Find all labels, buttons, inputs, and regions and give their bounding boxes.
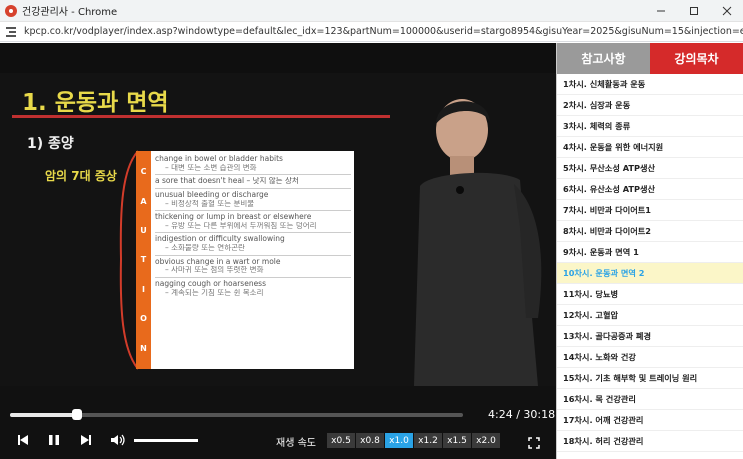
skip-forward-icon <box>81 435 91 445</box>
lecture-item[interactable]: 13차시. 골다공증과 폐경 <box>557 326 743 347</box>
lecture-item[interactable]: 1차시. 신체활동과 운동 <box>557 74 743 95</box>
skip-back-icon <box>18 435 28 445</box>
progress-fill <box>10 413 76 417</box>
fullscreen-button[interactable] <box>528 434 540 449</box>
speed-option-x0-8[interactable]: x0.8 <box>356 433 384 448</box>
symptom-english: unusual bleeding or discharge <box>155 190 269 199</box>
symptom-english: nagging cough or hoarseness <box>155 279 266 288</box>
symptom-divider <box>155 232 351 234</box>
symptom-divider <box>155 174 351 176</box>
speed-option-x2-0[interactable]: x2.0 <box>472 433 500 448</box>
slide-title: 1. 운동과 면역 <box>22 90 169 116</box>
lecture-panel: 참고사항 강의목차 1차시. 신체활동과 운동 2차시. 심장과 운동 3차시. 체… <box>556 43 743 459</box>
caution-letter: A <box>140 196 147 206</box>
caution-letter: O <box>140 314 147 324</box>
lecture-item[interactable]: 6차시. 유산소성 ATP생산 <box>557 179 743 200</box>
caution-letter: N <box>140 343 147 353</box>
symptom-korean: – 대변 또는 소변 습관의 변화 <box>165 163 257 172</box>
symptom-english: a sore that doesn't heal – 낫지 않는 상처 <box>155 177 299 186</box>
next-button[interactable] <box>80 434 92 449</box>
volume-slider[interactable] <box>134 439 198 442</box>
close-icon <box>722 6 731 16</box>
symptom-korean: – 소화불량 또는 연하곤란 <box>165 244 245 252</box>
caution-letter: T <box>140 255 147 265</box>
symptom-divider <box>155 254 351 256</box>
lecture-item[interactable]: 8차시. 비만과 다이어트2 <box>557 221 743 242</box>
minimize-icon <box>656 10 665 12</box>
speed-label: 재생 속도 <box>276 438 316 449</box>
lecture-item[interactable]: 15차시. 기초 해부학 및 트레이닝 원리 <box>557 368 743 389</box>
symptom-divider <box>155 187 351 189</box>
panel-tabs: 참고사항 강의목차 <box>557 43 743 74</box>
maximize-button[interactable] <box>677 0 710 22</box>
time-display: 4:24 / 30:18 <box>488 408 556 421</box>
previous-button[interactable] <box>17 434 29 449</box>
lecturer-image <box>414 99 542 386</box>
site-settings-icon[interactable] <box>6 26 16 37</box>
lecture-item[interactable]: 14차시. 노화와 건강 <box>557 347 743 368</box>
tab-table-of-contents[interactable]: 강의목차 <box>650 43 743 74</box>
progress-bar[interactable] <box>10 409 463 420</box>
title-underline <box>12 115 390 118</box>
close-button[interactable] <box>710 0 743 22</box>
speed-option-x0-5[interactable]: x0.5 <box>327 433 355 448</box>
fullscreen-icon <box>528 437 540 449</box>
caution-card: C A U T I O N change in bowel or bladder habit… <box>136 151 354 369</box>
lecture-item[interactable]: 18차시. 허리 건강관리 <box>557 431 743 452</box>
minimize-button[interactable] <box>644 0 677 22</box>
symptom-list: change in bowel or bladder habits – 대변 또는… <box>155 153 351 298</box>
symptom-divider <box>155 276 351 278</box>
symptom-english: indigestion or difficulty swallowing <box>155 235 285 244</box>
player-controls: 4:24 / 30:18 재생 속도 x0.5 x0.8 x1.0 x1.2 x1.5 x… <box>0 386 556 459</box>
window-controls <box>644 0 743 22</box>
address-bar: kpcp.co.kr/vodplayer/index.asp?windowtyp… <box>0 22 743 42</box>
speed-option-x1-2[interactable]: x1.2 <box>414 433 442 448</box>
lecture-item[interactable]: 17차시. 어깨 건강관리 <box>557 410 743 431</box>
browser-titlebar: 건강관리사 - Chrome <box>0 0 743 22</box>
lecture-item[interactable]: 7차시. 비만과 다이어트1 <box>557 200 743 221</box>
slide-side-label: 암의 7대 증상 <box>45 169 117 183</box>
maximize-icon <box>689 7 698 15</box>
pause-icon <box>49 435 59 445</box>
caution-letter: C <box>140 167 147 177</box>
speed-option-x1-5[interactable]: x1.5 <box>443 433 471 448</box>
tab-reference[interactable]: 참고사항 <box>557 43 650 74</box>
window-title: 건강관리사 - Chrome <box>22 7 118 18</box>
slide-section: 1) 종양 <box>27 136 74 152</box>
speed-options: x0.5 x0.8 x1.0 x1.2 x1.5 x2.0 <box>327 433 500 448</box>
symptom-english: thickening or lump in breast or elsewher… <box>155 213 312 222</box>
progress-handle[interactable] <box>72 409 82 420</box>
video-player[interactable]: 1. 운동과 면역 1) 종양 암의 7대 증상 C A U T I O N change … <box>0 43 556 386</box>
url-text[interactable]: kpcp.co.kr/vodplayer/index.asp?windowtyp… <box>24 26 743 37</box>
symptom-korean: – 계속되는 기침 또는 쉰 목소리 <box>165 288 264 297</box>
lecture-item[interactable]: 2차시. 심장과 운동 <box>557 95 743 116</box>
symptom-korean: – 유방 또는 다른 부위에서 두꺼워짐 또는 덩어리 <box>165 221 317 230</box>
site-favicon-icon <box>5 4 17 17</box>
speed-option-x1-0[interactable]: x1.0 <box>385 433 413 448</box>
lecture-item[interactable]: 12차시. 고혈압 <box>557 305 743 326</box>
lecture-item[interactable]: 11차시. 당뇨병 <box>557 284 743 305</box>
pause-button[interactable] <box>48 434 60 449</box>
lecture-item[interactable]: 9차시. 운동과 면역 1 <box>557 242 743 263</box>
symptom-korean: – 비정상적 출혈 또는 분비물 <box>165 199 255 208</box>
symptom-english: obvious change in a wart or mole <box>155 257 281 266</box>
symptom-english: change in bowel or bladder habits <box>155 155 283 163</box>
lecture-item[interactable]: 16차시. 목 건강관리 <box>557 389 743 410</box>
volume-button[interactable] <box>110 434 126 449</box>
volume-icon <box>111 434 125 446</box>
lecture-list: 1차시. 신체활동과 운동 2차시. 심장과 운동 3차시. 체력의 종류 4차시. … <box>557 74 743 452</box>
lecture-item[interactable]: 3차시. 체력의 종류 <box>557 116 743 137</box>
caution-letter: I <box>142 284 145 294</box>
lecture-item[interactable]: 10차시. 운동과 면역 2 <box>557 263 743 284</box>
lecture-item[interactable]: 4차시. 운동을 위한 에너지원 <box>557 137 743 158</box>
symptom-divider <box>155 210 351 212</box>
caution-column: C A U T I O N <box>136 151 151 369</box>
symptom-korean: – 사마귀 또는 점의 뚜렷한 변화 <box>165 266 264 275</box>
lecture-item[interactable]: 5차시. 무산소성 ATP생산 <box>557 158 743 179</box>
caution-letter: U <box>140 226 147 236</box>
